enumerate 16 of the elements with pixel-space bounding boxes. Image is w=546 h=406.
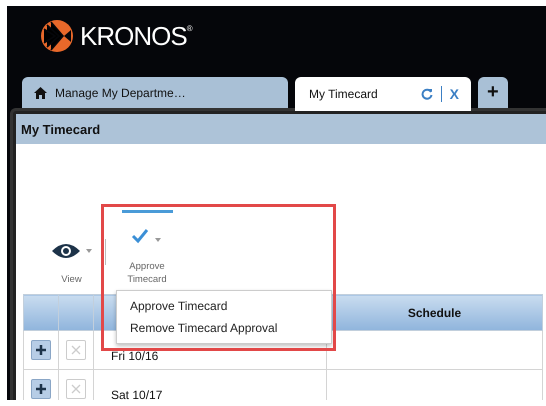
expand-button[interactable] (31, 340, 51, 360)
logo-text: KRONOS$^{®}$ (80, 23, 192, 49)
tab-label: + (487, 81, 499, 104)
home-icon (34, 86, 47, 98)
expand-button[interactable] (31, 379, 51, 399)
logo-icon (40, 19, 74, 53)
add-tab[interactable]: + (478, 77, 508, 108)
tab[interactable]: My Timecard X (295, 77, 471, 111)
tab[interactable]: Manage My Departme… (22, 77, 288, 108)
tab-label: Manage My Departme… (55, 86, 186, 100)
toolbar-button[interactable]: Approve Timecard (119, 210, 175, 286)
tab-label: My Timecard (308, 87, 379, 101)
close-button[interactable]: X (450, 86, 459, 102)
panel-title: My Timecard (16, 114, 546, 144)
toolbar-button[interactable]: View (46, 225, 97, 286)
refresh-icon[interactable] (420, 88, 433, 100)
